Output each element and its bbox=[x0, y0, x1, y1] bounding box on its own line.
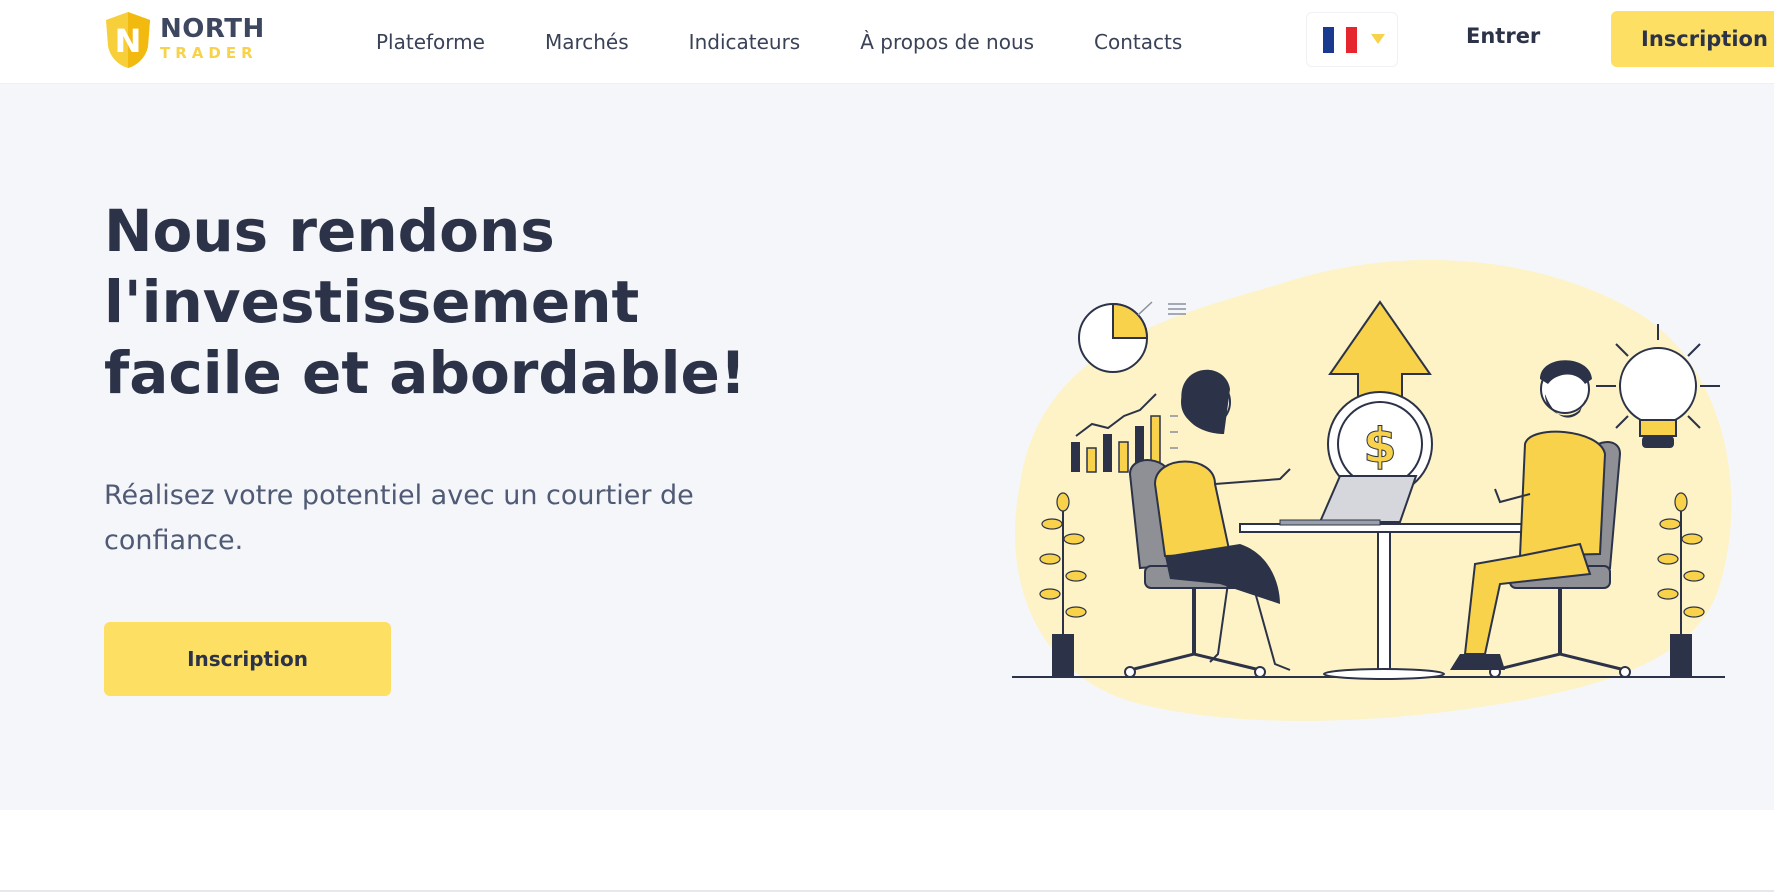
logo-wordmark-line1: NORTH bbox=[160, 14, 265, 44]
hero-title-line-2: l'investissement bbox=[104, 268, 640, 336]
chevron-down-icon bbox=[1371, 34, 1385, 44]
shield-logo-icon: N bbox=[106, 12, 150, 68]
nav-item-plateforme[interactable]: Plateforme bbox=[376, 27, 485, 57]
svg-text:N: N bbox=[115, 22, 142, 60]
section-divider bbox=[0, 890, 1774, 892]
language-selector[interactable] bbox=[1306, 12, 1398, 67]
logo-wordmark-line2: TRADER bbox=[160, 44, 258, 62]
hero-section: Nous rendons l'investissement facile et … bbox=[0, 84, 1774, 810]
signup-button-hero[interactable]: Inscription bbox=[104, 622, 391, 696]
hero-title-line-3: facile et abordable! bbox=[104, 339, 747, 407]
nav-item-marches[interactable]: Marchés bbox=[545, 27, 629, 57]
signup-button-header[interactable]: Inscription bbox=[1611, 11, 1774, 67]
svg-text:$: $ bbox=[1363, 418, 1396, 474]
nav-item-indicateurs[interactable]: Indicateurs bbox=[689, 27, 801, 57]
hero-title: Nous rendons l'investissement facile et … bbox=[104, 196, 784, 409]
main-nav: Plateforme Marchés Indicateurs À propos … bbox=[376, 27, 1242, 57]
site-header: N NORTH TRADER Plateforme Marchés Indica… bbox=[0, 0, 1774, 84]
hero-title-line-1: Nous rendons bbox=[104, 197, 555, 265]
next-section bbox=[0, 810, 1774, 893]
login-button[interactable]: Entrer bbox=[1466, 24, 1540, 48]
nav-item-a-propos[interactable]: À propos de nous bbox=[860, 27, 1034, 57]
france-flag-icon bbox=[1323, 27, 1357, 53]
business-meeting-illustration: $ bbox=[1012, 260, 1732, 721]
nav-item-contacts[interactable]: Contacts bbox=[1094, 27, 1182, 57]
north-trader-logo[interactable]: N NORTH TRADER bbox=[102, 10, 265, 70]
hero-subtitle: Réalisez votre potentiel avec un courtie… bbox=[104, 480, 694, 556]
